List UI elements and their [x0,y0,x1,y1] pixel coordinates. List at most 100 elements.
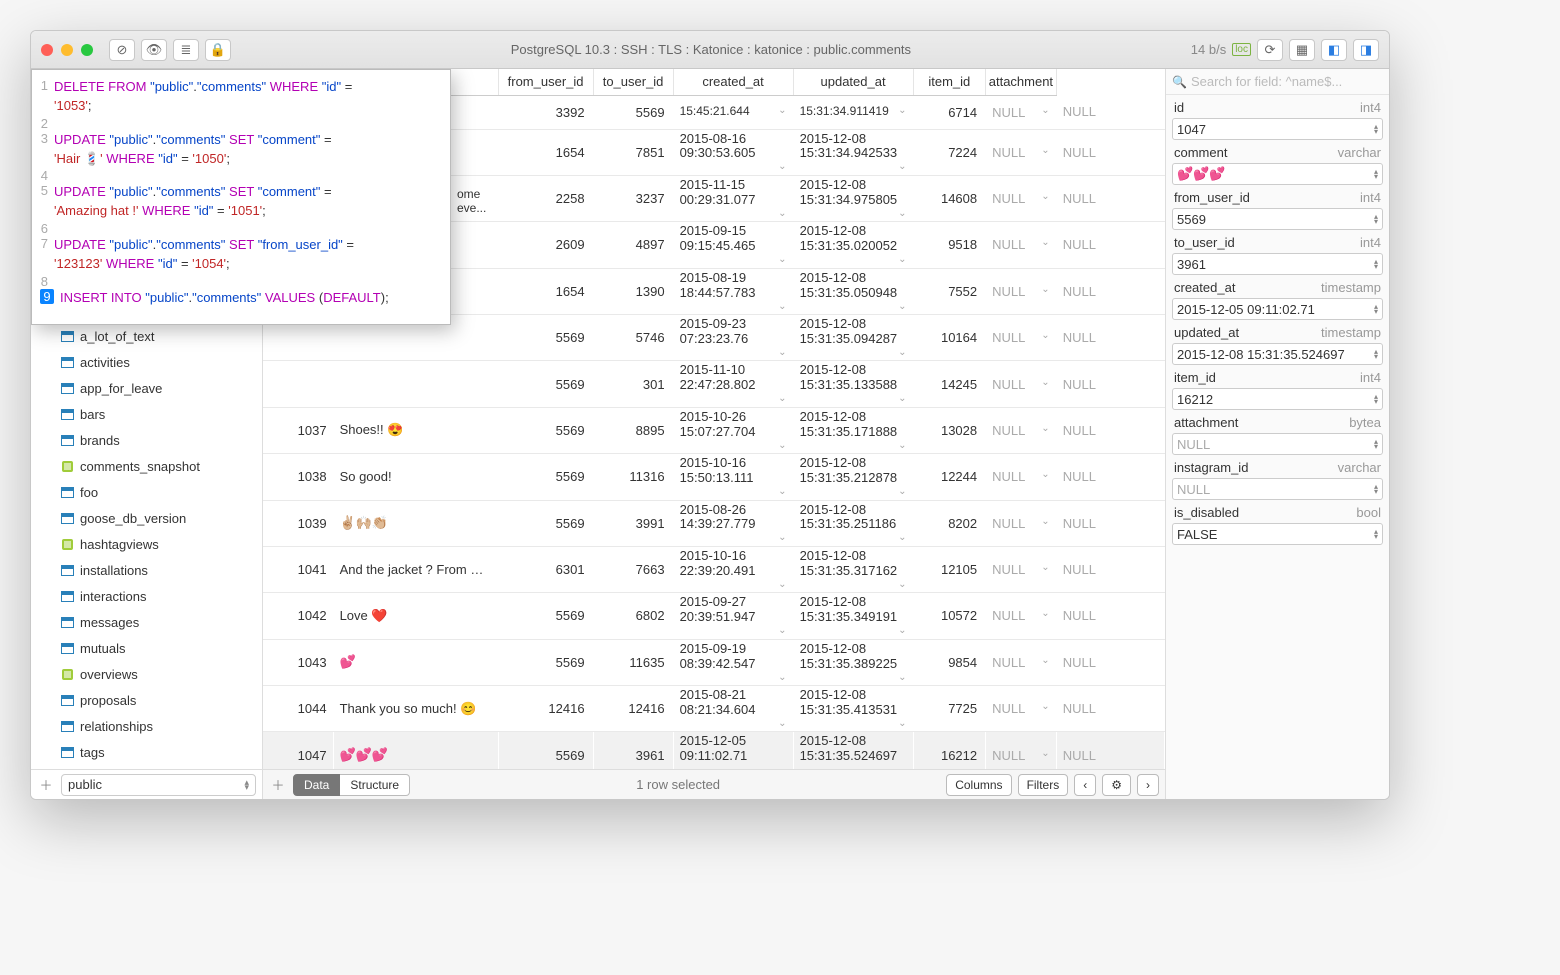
column-attachment[interactable]: attachment [986,69,1057,95]
lock-button[interactable]: 🔒 [205,39,231,61]
field-name: to_user_id [1174,235,1235,250]
table-icon [61,746,74,758]
sidebar-item-relationships[interactable]: relationships [31,713,262,739]
field-type: int4 [1360,235,1381,250]
sidebar-item-tags[interactable]: tags [31,739,262,765]
table-row[interactable]: 1041And the jacket ? From Where did you … [263,546,1165,592]
table-icon [61,590,74,602]
sidebar-item-hashtagviews[interactable]: hashtagviews [31,531,262,557]
inspector-field-item_id: item_idint416212▴▾ [1166,365,1389,410]
table-icon [61,642,74,654]
field-value-input[interactable]: 1047▴▾ [1172,118,1383,140]
columns-button[interactable]: Columns [946,774,1011,796]
sidebar-item-label: brands [80,433,120,448]
grid-mode-button[interactable]: ▦ [1289,39,1315,61]
table-row[interactable]: 55693012015-11-1022:47:28.802⌄2015-12-08… [263,361,1165,407]
add-row-button[interactable]: ＋ [269,775,287,794]
chevron-updown-icon: ▴▾ [1374,484,1378,494]
sidebar-item-a_lot_of_text[interactable]: a_lot_of_text [31,323,262,349]
sidebar-item-interactions[interactable]: interactions [31,583,262,609]
table-row[interactable]: 1043💕5569116352015-09-1908:39:42.547⌄201… [263,639,1165,685]
column-to_user_id[interactable]: to_user_id [593,69,673,95]
column-created_at[interactable]: created_at [673,69,793,95]
sidebar-item-label: overviews [80,667,138,682]
field-value-input[interactable]: 💕💕💕▴▾ [1172,163,1383,185]
table-row[interactable]: 1047💕💕💕556939612015-12-0509:11:02.71⌄201… [263,732,1165,769]
cancel-changes-button[interactable]: ⊘ [109,39,135,61]
close-window-icon[interactable] [41,44,53,56]
settings-button[interactable]: ⚙ [1102,774,1131,796]
sidebar-item-goose_db_version[interactable]: goose_db_version [31,505,262,531]
next-page-button[interactable]: › [1137,774,1159,796]
view-icon [61,460,74,472]
zoom-window-icon[interactable] [81,44,93,56]
inspector-field-to_user_id: to_user_id int4 3961▴▾ [1166,230,1389,275]
field-type: timestamp [1321,325,1381,340]
refresh-button[interactable]: ⟳ [1257,39,1283,61]
table-row[interactable]: 1044Thank you so much! 😊12416124162015-0… [263,686,1165,732]
field-type: bytea [1349,415,1381,430]
chevron-updown-icon: ▴▾ [1374,169,1378,179]
field-value-input[interactable]: NULL▴▾ [1172,433,1383,455]
prev-page-button[interactable]: ‹ [1074,774,1096,796]
sidebar-item-label: a_lot_of_text [80,329,154,344]
field-name: updated_at [1174,325,1239,340]
table-row[interactable]: 1042Love ❤️556968022015-09-2720:39:51.94… [263,593,1165,639]
window-controls [41,44,93,56]
sidebar-item-label: installations [80,563,148,578]
status-text: 1 row selected [416,777,940,792]
column-from_user_id[interactable]: from_user_id [498,69,593,95]
toggle-right-panel-button[interactable]: ◨ [1353,39,1379,61]
field-value-input[interactable]: 16212▴▾ [1172,388,1383,410]
data-tab[interactable]: Data [293,774,340,796]
view-segment: Data Structure [293,774,410,796]
minimize-window-icon[interactable] [61,44,73,56]
preview-sql-button[interactable]: 👁 [141,39,167,61]
chevron-updown-icon: ▴▾ [1374,304,1378,314]
inspector-search[interactable]: 🔍 Search for field: ^name$... [1166,69,1389,95]
inspector-field-updated_at: updated_at timestamp 2015-12-08 15:31:35.5… [1166,320,1389,365]
inspector-field-created_at: created_attimestamp2015-12-05 09:11:02.7… [1166,275,1389,320]
field-type: int4 [1360,190,1381,205]
field-value-input[interactable]: NULL▴▾ [1172,478,1383,500]
sidebar-item-brands[interactable]: brands [31,427,262,453]
sidebar-item-mutuals[interactable]: mutuals [31,635,262,661]
sidebar-item-messages[interactable]: messages [31,609,262,635]
commit-button[interactable]: ≣ [173,39,199,61]
sidebar-item-foo[interactable]: foo [31,479,262,505]
sidebar-item-label: app_for_leave [80,381,162,396]
inspector-search-placeholder: Search for field: ^name$... [1191,74,1342,89]
field-value-input[interactable]: 2015-12-05 09:11:02.71▴▾ [1172,298,1383,320]
field-name: id [1174,100,1184,115]
sidebar-item-bars[interactable]: bars [31,401,262,427]
table-row[interactable]: 1039✌🏼🙌🏼👏🏼556939912015-08-2614:39:27.779… [263,500,1165,546]
sidebar-item-installations[interactable]: installations [31,557,262,583]
add-table-button[interactable]: ＋ [37,775,55,794]
column-item_id[interactable]: item_id [913,69,986,95]
sidebar-item-proposals[interactable]: proposals [31,687,262,713]
column-updated_at[interactable]: updated_at [793,69,913,95]
toggle-left-panel-button[interactable]: ◧ [1321,39,1347,61]
sidebar-item-overviews[interactable]: overviews [31,661,262,687]
chevron-updown-icon: ▴▾ [1374,259,1378,269]
table-row[interactable]: 1037Shoes!! 😍556988952015-10-2615:07:27.… [263,407,1165,453]
structure-tab[interactable]: Structure [340,774,410,796]
field-value-input[interactable]: 5569▴▾ [1172,208,1383,230]
field-type: timestamp [1321,280,1381,295]
field-value-input[interactable]: 3961▴▾ [1172,253,1383,275]
field-type: varchar [1338,460,1381,475]
table-row[interactable]: 1038So good!5569113162015-10-1615:50:13.… [263,454,1165,500]
table-icon [61,512,74,524]
field-name: item_id [1174,370,1216,385]
sidebar-item-activities[interactable]: activities [31,349,262,375]
field-value-input[interactable]: 2015-12-08 15:31:35.524697▴▾ [1172,343,1383,365]
field-value-input[interactable]: FALSE▴▾ [1172,523,1383,545]
sidebar-item-comments_snapshot[interactable]: comments_snapshot [31,453,262,479]
sidebar-item-app_for_leave[interactable]: app_for_leave [31,375,262,401]
table-icon [61,694,74,706]
sidebar-item-label: relationships [80,719,153,734]
filters-button[interactable]: Filters [1018,774,1069,796]
schema-selector[interactable]: public ▴▾ [61,774,256,796]
inspector-field-attachment: attachmentbyteaNULL▴▾ [1166,410,1389,455]
sidebar-item-label: goose_db_version [80,511,186,526]
